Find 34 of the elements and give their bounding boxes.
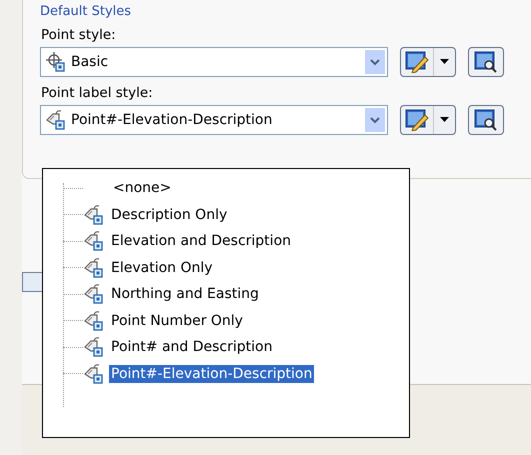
label-style-icon	[83, 336, 105, 358]
style-dropdown[interactable]: Point#-Elevation-Description	[40, 105, 388, 135]
label-style-icon	[83, 362, 105, 385]
chevron-down-icon[interactable]	[365, 108, 385, 132]
edit-style-button[interactable]	[400, 105, 456, 135]
label-style-icon	[83, 310, 105, 332]
list-item[interactable]: Point#-Elevation-Description	[109, 364, 314, 383]
label-style-icon	[83, 230, 105, 252]
caret-icon	[440, 59, 449, 65]
field-label: Point label style:	[41, 85, 154, 101]
list-item[interactable]: Point# and Description	[109, 338, 274, 356]
pencil-icon	[405, 109, 429, 131]
list-item[interactable]: <none>	[111, 179, 174, 198]
chevron-down-icon[interactable]	[365, 50, 385, 74]
list-item[interactable]: Northing and Easting	[109, 285, 261, 304]
label-style-icon	[83, 204, 105, 226]
list-item[interactable]: Elevation and Description	[109, 232, 294, 250]
preview-button[interactable]	[468, 47, 504, 77]
field-label: Point style:	[41, 27, 117, 43]
label-style-icon	[83, 256, 105, 279]
label-style-icon	[45, 109, 67, 131]
magnifier-icon	[474, 109, 498, 131]
caret-icon	[440, 117, 449, 123]
magnifier-icon	[474, 51, 498, 73]
point-style-icon	[45, 51, 67, 73]
list-item[interactable]: Elevation Only	[109, 258, 215, 277]
edit-style-button[interactable]	[400, 47, 456, 77]
list-item[interactable]: Description Only	[109, 206, 230, 224]
style-dropdown[interactable]: Basic	[40, 47, 388, 77]
preview-button[interactable]	[468, 105, 504, 135]
list-item[interactable]: Point Number Only	[109, 312, 245, 330]
group-title: Default Styles	[40, 4, 132, 19]
pencil-icon	[405, 51, 429, 73]
label-style-icon	[83, 283, 105, 306]
